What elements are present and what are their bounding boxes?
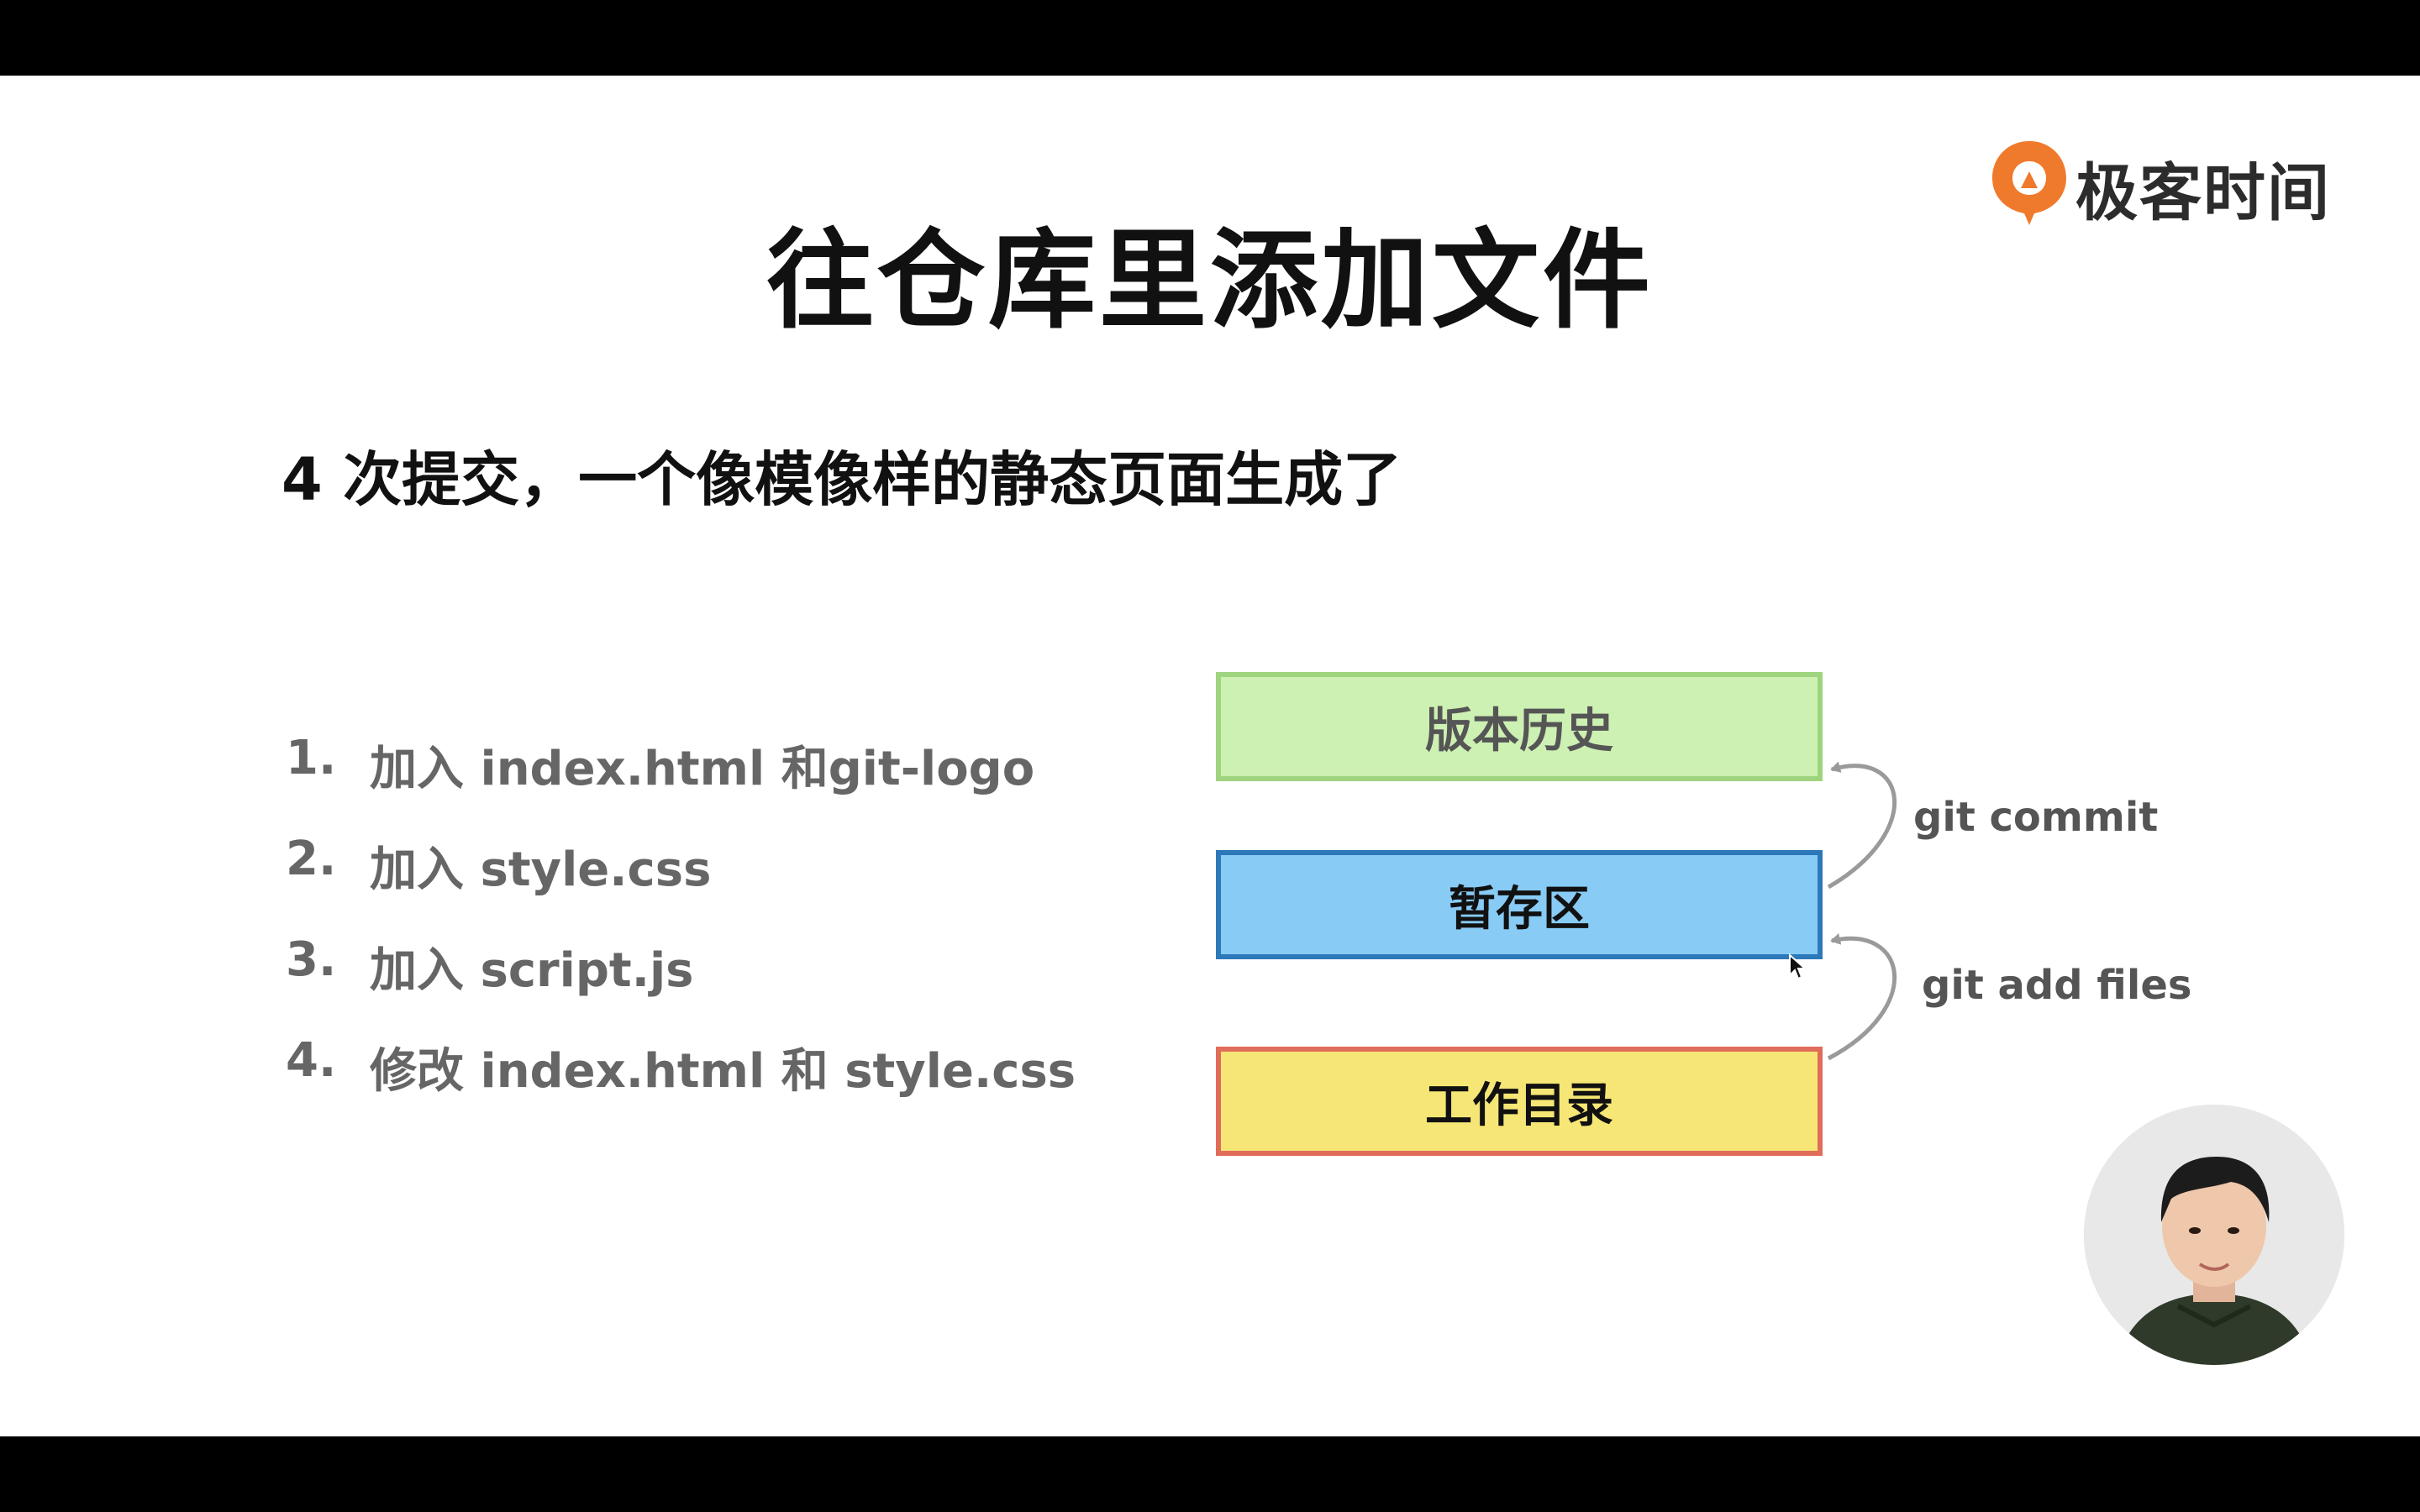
add-arrow-icon [1827,933,1897,1061]
presenter-video-avatar [2084,1105,2344,1365]
video-letterbox-bottom [0,1436,2420,1512]
commit-arrow-icon [1827,761,1897,890]
video-letterbox-top [0,0,2420,76]
git-commit-label: git commit [1913,794,2159,841]
git-add-label: git add files [1922,962,2192,1009]
slide: 极客时间 往仓库里添加文件 4 次提交，一个像模像样的静态页面生成了 1. 加入… [0,76,2420,1436]
diagram-arrows [1827,761,1897,1061]
mouse-cursor-icon [1789,953,1807,980]
presenter-portrait-icon [2084,1105,2344,1365]
